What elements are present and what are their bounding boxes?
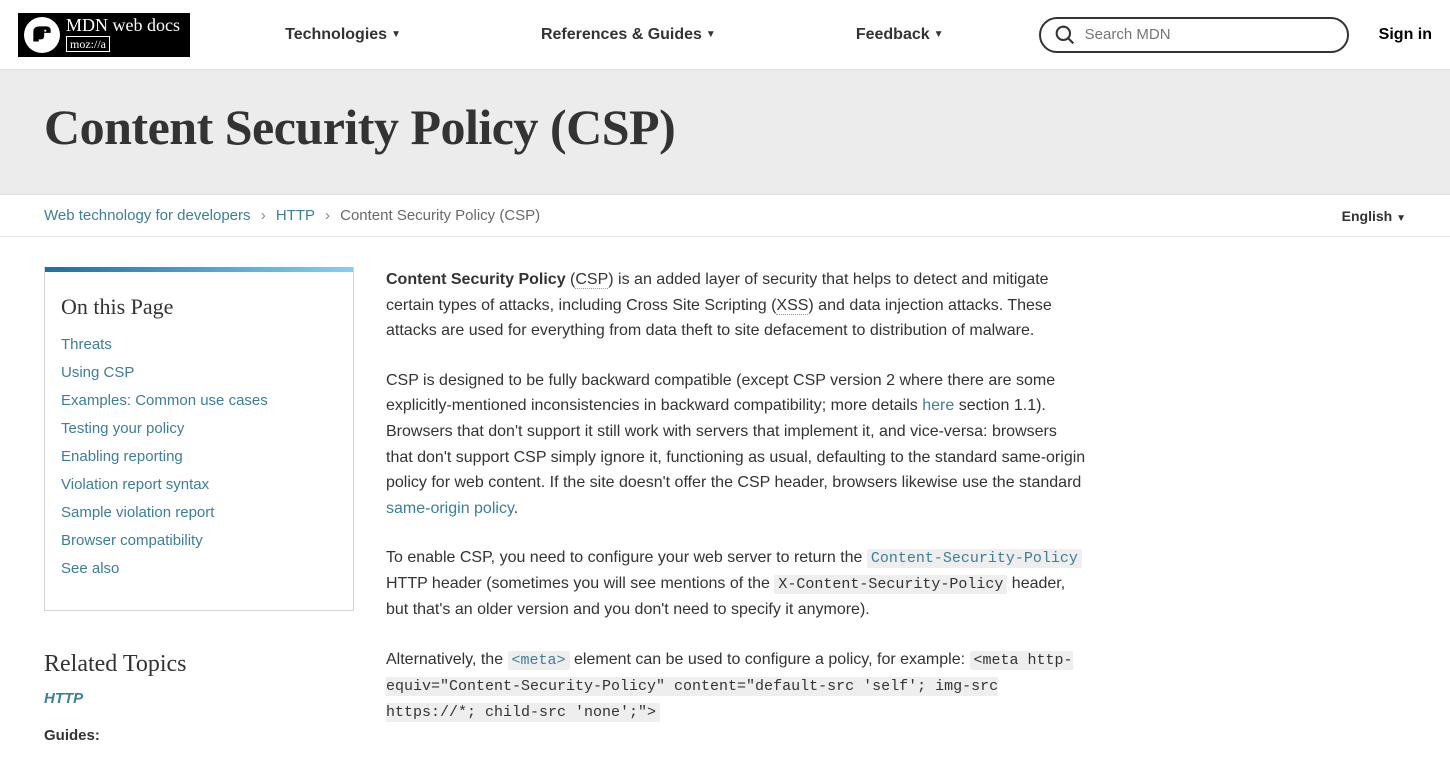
toc-link[interactable]: Using CSP [61, 364, 134, 381]
breadcrumb-row: Web technology for developers › HTTP › C… [0, 195, 1450, 237]
search-input[interactable] [1085, 26, 1333, 43]
chevron-down-icon: ▼ [706, 29, 716, 40]
title-bar: Content Security Policy (CSP) [0, 70, 1450, 195]
related-topic-link[interactable]: HTTP [44, 690, 354, 707]
chevron-down-icon: ▼ [1396, 213, 1406, 224]
toc-link[interactable]: See also [61, 560, 119, 577]
breadcrumb: Web technology for developers › HTTP › C… [44, 207, 540, 224]
toc-list: Threats Using CSP Examples: Common use c… [61, 336, 337, 578]
toc-link[interactable]: Browser compatibility [61, 532, 203, 549]
breadcrumb-link[interactable]: Web technology for developers [44, 207, 251, 224]
code-csp-header: Content-Security-Policy [867, 549, 1082, 568]
guides-label: Guides: [44, 727, 354, 744]
signin-link[interactable]: Sign in [1379, 26, 1432, 44]
toc-link[interactable]: Testing your policy [61, 420, 184, 437]
article: Content Security Policy (CSP) is an adde… [386, 267, 1086, 749]
paragraph: CSP is designed to be fully backward com… [386, 368, 1086, 522]
page-title: Content Security Policy (CSP) [44, 98, 1406, 156]
paragraph: Content Security Policy (CSP) is an adde… [386, 267, 1086, 344]
search-box[interactable] [1039, 17, 1349, 53]
paragraph: To enable CSP, you need to configure you… [386, 545, 1086, 623]
header: MDN web docs moz://a Technologies▼ Refer… [0, 0, 1450, 70]
toc-heading: On this Page [61, 294, 337, 320]
link-same-origin[interactable]: same-origin policy [386, 500, 514, 517]
nav-references[interactable]: References & Guides▼ [541, 26, 716, 44]
paragraph: Alternatively, the <meta> element can be… [386, 647, 1086, 725]
related-heading: Related Topics [44, 651, 354, 678]
chevron-down-icon: ▼ [391, 29, 401, 40]
sidebar: On this Page Threats Using CSP Examples:… [44, 267, 354, 749]
toc-link[interactable]: Violation report syntax [61, 476, 209, 493]
code-meta: <meta> [508, 651, 570, 670]
logo[interactable]: MDN web docs moz://a [18, 13, 190, 57]
toc-link[interactable]: Enabling reporting [61, 448, 183, 465]
nav-technologies[interactable]: Technologies▼ [285, 26, 401, 44]
logo-text-mdn: MDN web docs [64, 16, 184, 36]
dino-icon [24, 17, 60, 53]
chevron-down-icon: ▼ [934, 29, 944, 40]
link-here[interactable]: here [922, 397, 954, 414]
nav-feedback[interactable]: Feedback▼ [856, 26, 944, 44]
content: On this Page Threats Using CSP Examples:… [0, 237, 1450, 777]
main-nav: Technologies▼ References & Guides▼ Feedb… [190, 26, 1039, 44]
toc-link[interactable]: Examples: Common use cases [61, 392, 268, 409]
code-x-csp-header: X-Content-Security-Policy [774, 575, 1007, 594]
toc-link[interactable]: Threats [61, 336, 112, 353]
toc-link[interactable]: Sample violation report [61, 504, 214, 521]
toc: On this Page Threats Using CSP Examples:… [44, 267, 354, 611]
breadcrumb-link[interactable]: HTTP [276, 207, 315, 224]
breadcrumb-current: Content Security Policy (CSP) [340, 207, 540, 224]
abbr-xss: XSS [776, 297, 808, 315]
language-selector[interactable]: English ▼ [1342, 208, 1406, 224]
abbr-csp: CSP [575, 271, 608, 289]
logo-text-mozilla: moz://a [66, 36, 110, 52]
search-icon [1055, 25, 1075, 45]
